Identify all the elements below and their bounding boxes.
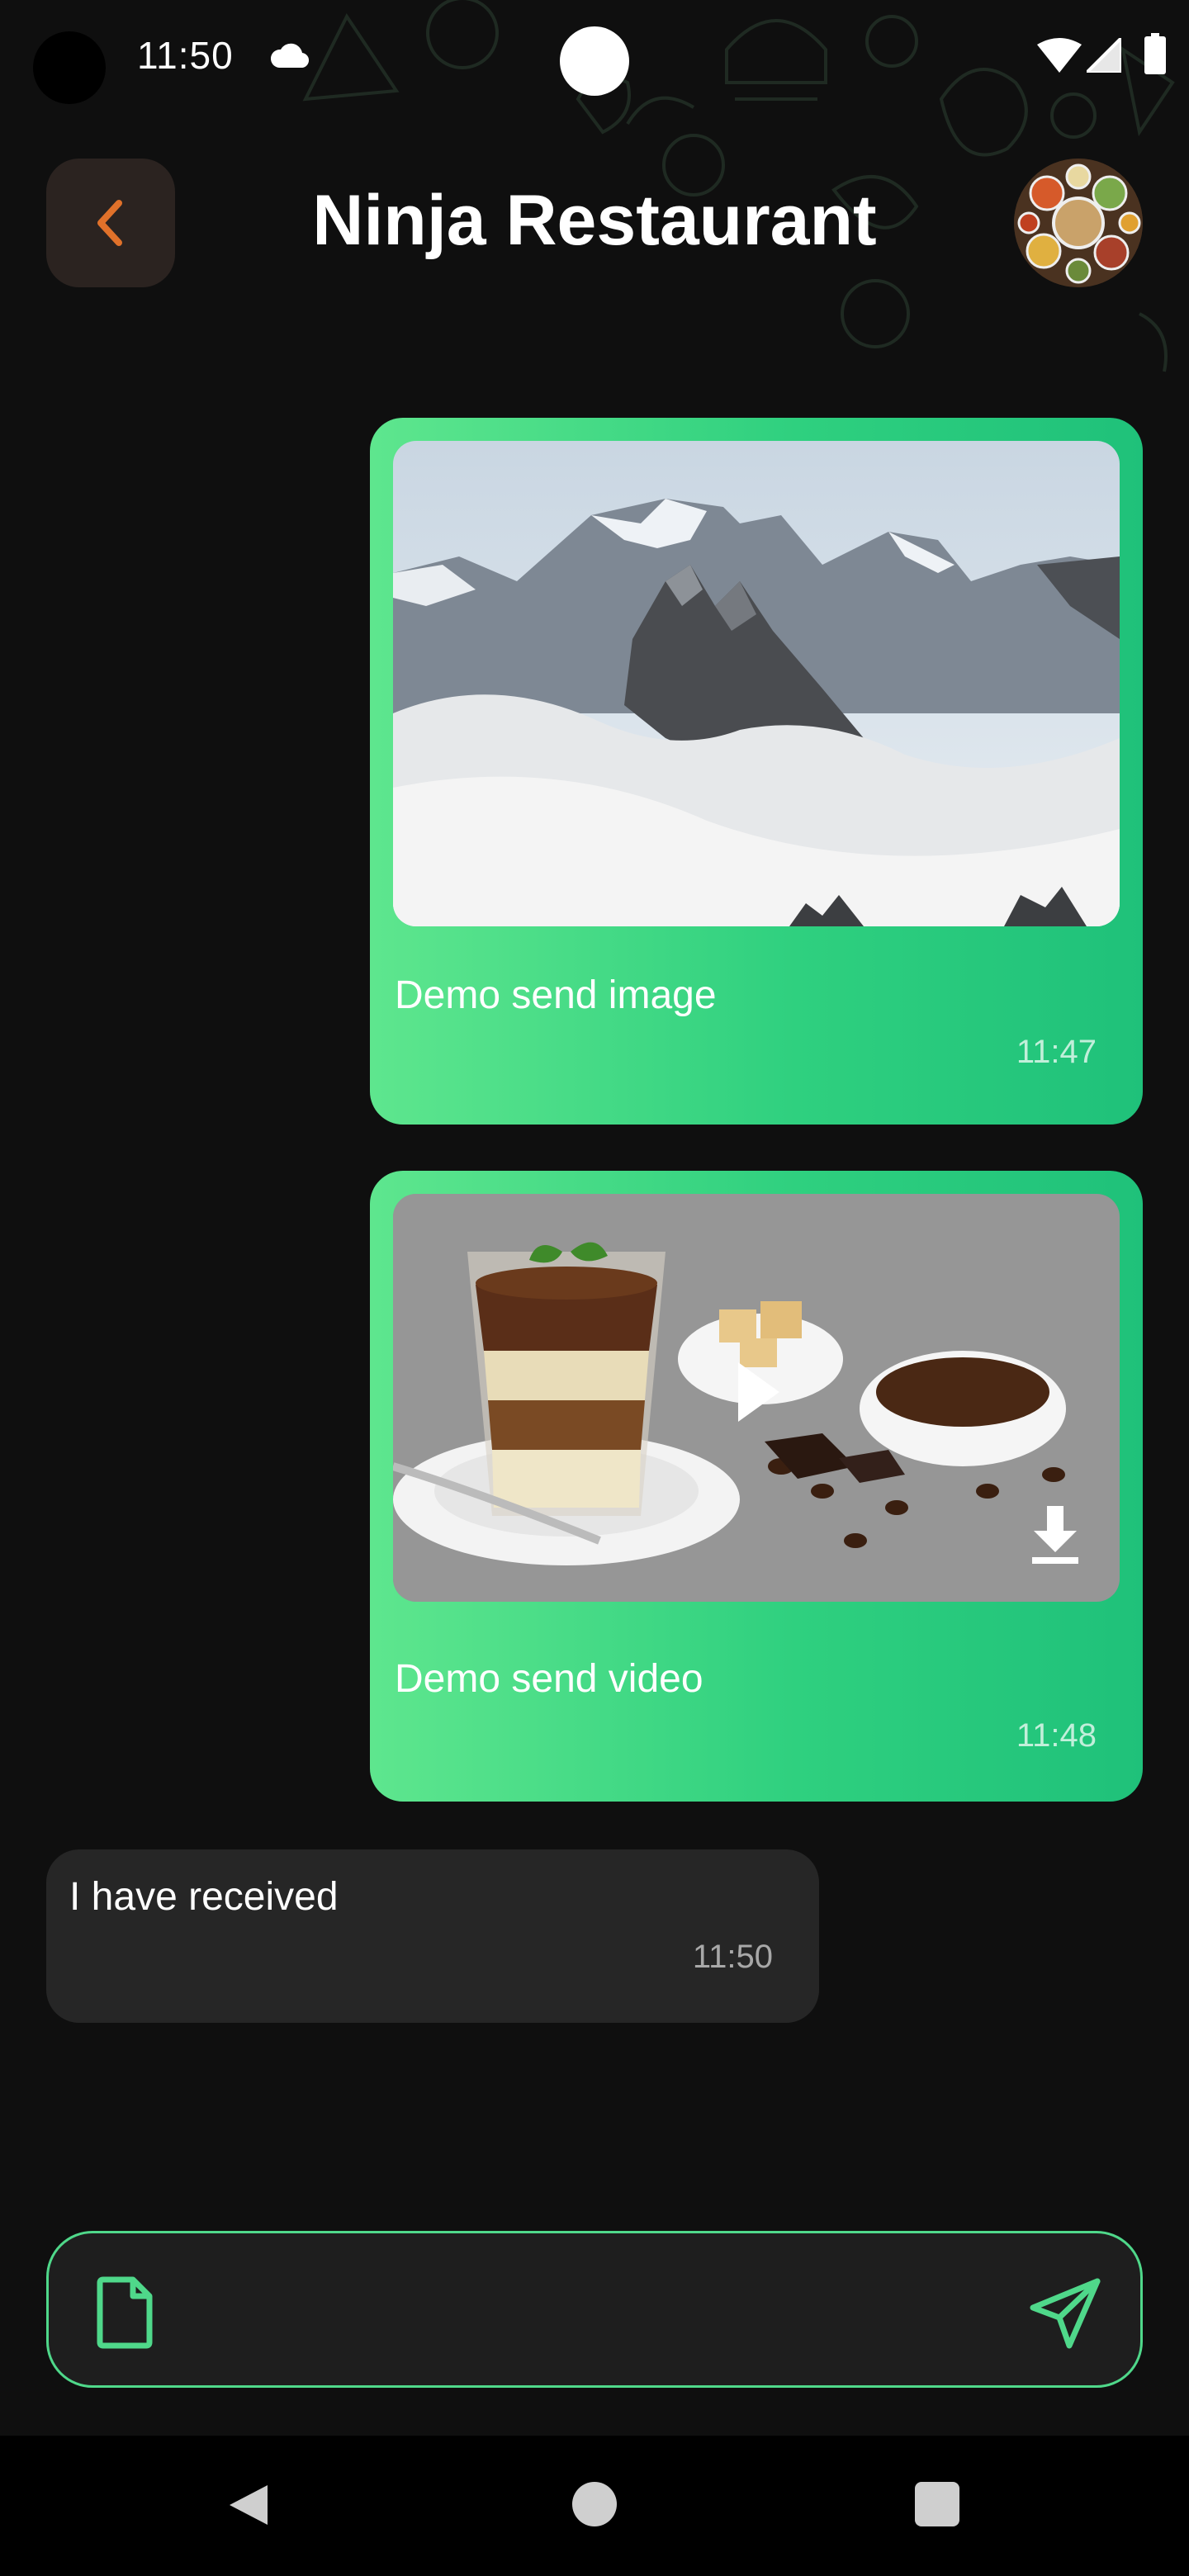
message-time: 11:50 xyxy=(692,1939,773,1975)
status-time: 11:50 xyxy=(137,34,234,77)
message-input[interactable] xyxy=(189,2266,1018,2359)
message-bubble-sent[interactable]: Demo send image 11:47 xyxy=(370,418,1143,1125)
paper-plane-icon[interactable] xyxy=(1026,2273,1106,2352)
nav-back-icon[interactable] xyxy=(225,2482,271,2528)
camera-dot xyxy=(560,26,629,96)
wifi-icon xyxy=(1037,38,1082,73)
nav-recents-icon[interactable] xyxy=(915,2482,959,2526)
cloud-icon xyxy=(270,43,310,69)
battery-icon xyxy=(1144,33,1166,74)
nav-home-icon[interactable] xyxy=(572,2482,617,2526)
food-platter-image xyxy=(1014,159,1143,287)
signal-icon xyxy=(1087,38,1121,73)
message-bubble-sent[interactable]: Demo send video 11:48 xyxy=(370,1171,1143,1802)
status-bar: 11:50 xyxy=(0,0,1189,116)
download-icon[interactable] xyxy=(1030,1506,1080,1564)
message-composer xyxy=(46,2231,1143,2388)
message-text: Demo send video xyxy=(395,1657,703,1701)
mountain-image xyxy=(393,441,1120,926)
system-navigation-bar xyxy=(0,2436,1189,2576)
play-icon[interactable] xyxy=(733,1359,783,1425)
file-icon[interactable] xyxy=(97,2275,154,2349)
message-text: I have received xyxy=(69,1875,339,1919)
message-bubble-received[interactable]: I have received 11:50 xyxy=(46,1849,819,2023)
message-time: 11:48 xyxy=(1016,1717,1097,1754)
message-time: 11:47 xyxy=(1016,1034,1097,1070)
page-title: Ninja Restaurant xyxy=(312,181,877,260)
camera-cutout xyxy=(33,31,106,104)
restaurant-avatar[interactable] xyxy=(1014,159,1143,287)
message-image[interactable] xyxy=(393,441,1120,926)
message-text: Demo send image xyxy=(395,973,717,1017)
message-video[interactable] xyxy=(393,1194,1120,1602)
